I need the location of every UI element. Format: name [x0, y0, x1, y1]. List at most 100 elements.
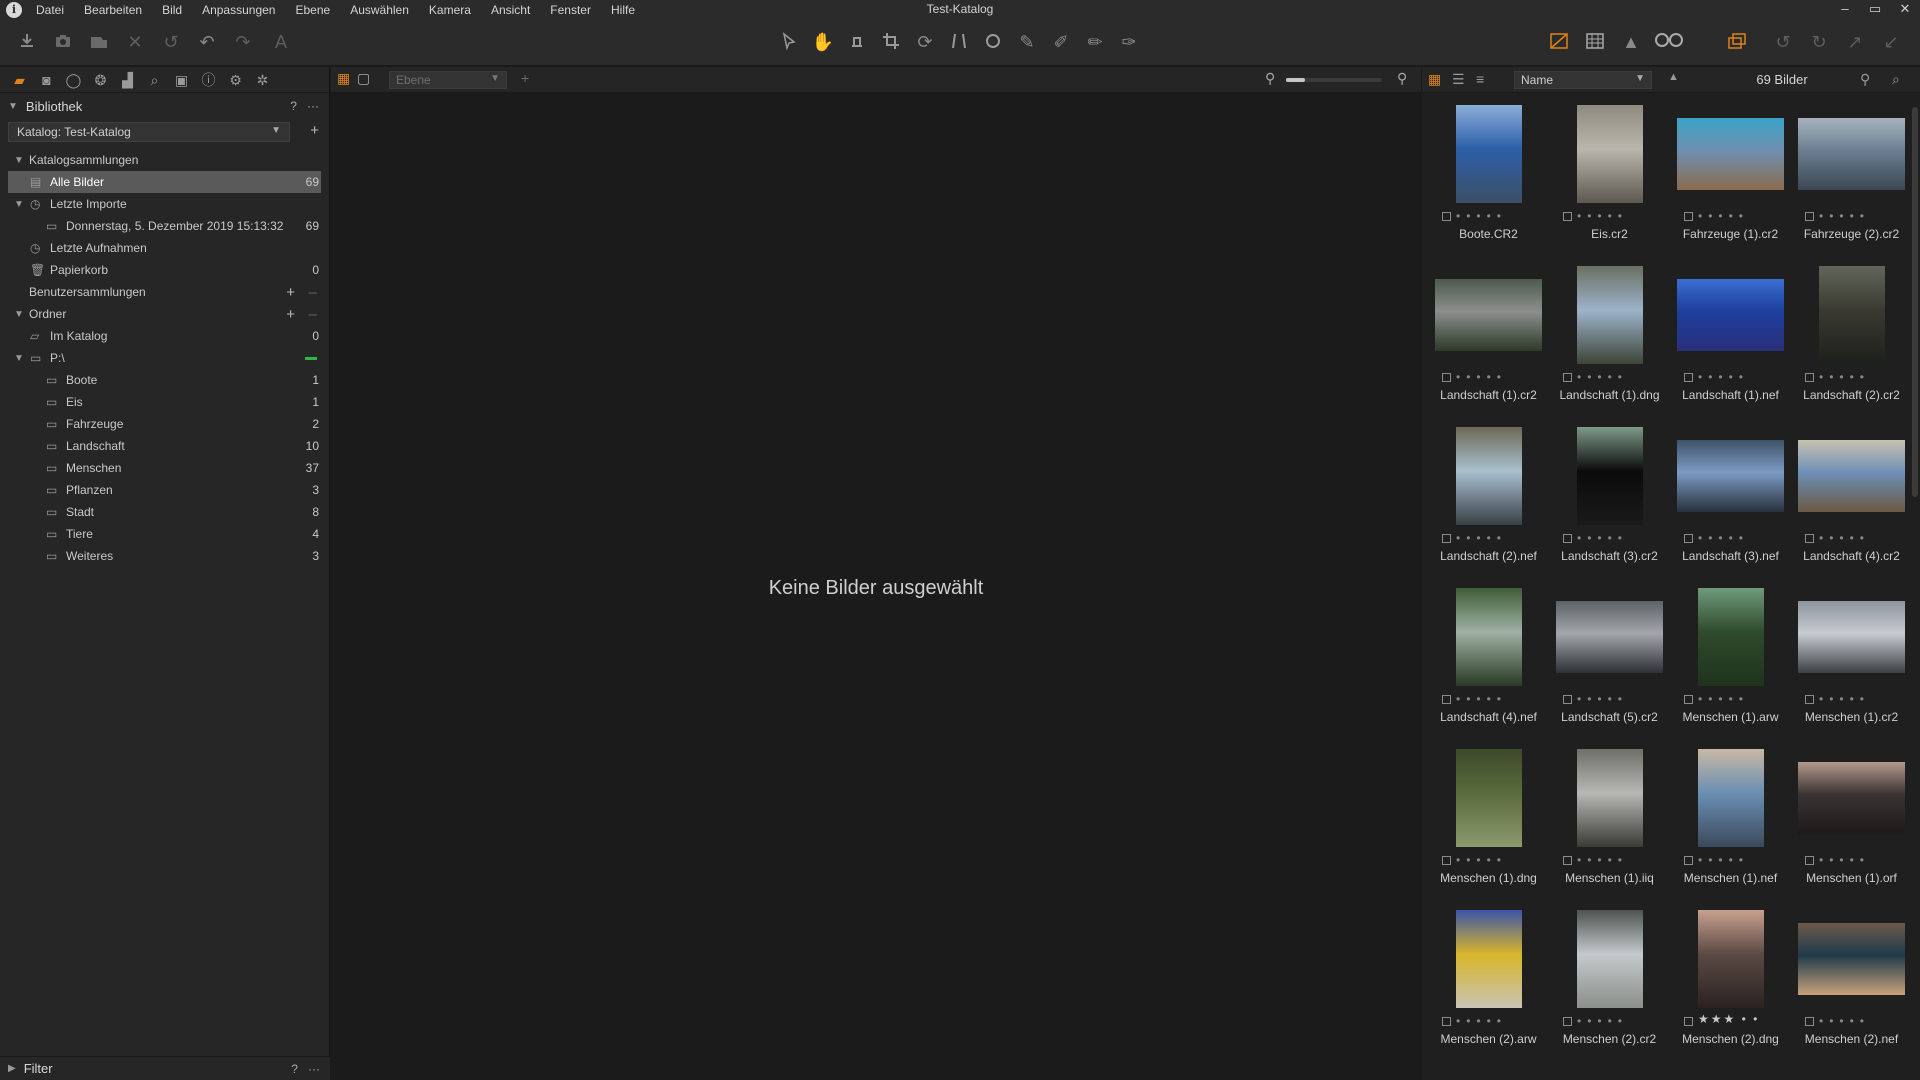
select-checkbox[interactable] — [1563, 534, 1572, 543]
folder-item[interactable]: ▭ Eis 1 — [0, 391, 329, 413]
select-checkbox[interactable] — [1442, 373, 1451, 382]
thumbnail-cell[interactable]: ••••• Menschen (1).orf — [1791, 745, 1912, 905]
reset-icon[interactable]: ↺ — [158, 30, 184, 54]
user-collections-header[interactable]: Benutzersammlungen + – — [0, 281, 329, 303]
rotate-icon[interactable]: ⟳ — [912, 30, 938, 54]
thumbnail-cell[interactable]: ••••• Menschen (1).dng — [1428, 745, 1549, 905]
star-rating[interactable]: ••••• — [1577, 370, 1628, 384]
grid-icon[interactable] — [1582, 30, 1608, 54]
menu-fenster[interactable]: Fenster — [550, 3, 591, 17]
select-checkbox[interactable] — [1805, 534, 1814, 543]
star-rating[interactable]: ••••• — [1456, 1014, 1507, 1028]
menu-ebene[interactable]: Ebene — [295, 3, 330, 17]
thumbnail-cell[interactable]: ••••• Landschaft (1).dng — [1549, 262, 1670, 422]
folder-item[interactable]: ▭ Boote 1 — [0, 369, 329, 391]
star-rating[interactable]: ••••• — [1698, 531, 1749, 545]
select-checkbox[interactable] — [1684, 695, 1693, 704]
apply-adjustments-icon[interactable]: ↗ — [1842, 30, 1868, 54]
thumbnail-cell[interactable]: ••••• Menschen (1).cr2 — [1791, 584, 1912, 744]
collection-all-images[interactable]: ▤ Alle Bilder 69 — [8, 171, 321, 193]
star-rating[interactable]: ••••• — [1819, 209, 1870, 223]
add-layer-icon[interactable]: + — [521, 70, 529, 86]
thumbnail-cell[interactable]: ••••• Landschaft (1).cr2 — [1428, 262, 1549, 422]
rotate-right-icon[interactable]: ↻ — [1806, 30, 1832, 54]
thumbnail-image[interactable] — [1818, 266, 1885, 364]
single-view-icon[interactable]: ▢ — [357, 70, 370, 87]
star-rating[interactable]: ••••• — [1819, 531, 1870, 545]
select-checkbox[interactable] — [1442, 695, 1451, 704]
star-rating[interactable]: ••••• — [1819, 692, 1870, 706]
gradient-mask-icon[interactable]: ✏ — [1082, 30, 1108, 54]
select-checkbox[interactable] — [1563, 212, 1572, 221]
thumbnail-image[interactable] — [1798, 923, 1905, 995]
pan-hand-icon[interactable]: ✋ — [810, 30, 836, 54]
thumbnail-image[interactable] — [1576, 105, 1643, 203]
star-rating[interactable]: ••••• — [1698, 209, 1749, 223]
spot-removal-icon[interactable] — [980, 30, 1006, 54]
select-checkbox[interactable] — [1563, 1017, 1572, 1026]
thumbnail-image[interactable] — [1677, 118, 1784, 190]
thumbnail-cell[interactable]: ••••• Landschaft (3).nef — [1670, 423, 1791, 583]
thumbnail-cell[interactable]: ••••• Eis.cr2 — [1549, 101, 1670, 261]
exposure-tab-icon[interactable]: ▟ — [114, 69, 141, 91]
thumbnail-image[interactable] — [1455, 427, 1522, 525]
draw-mask-icon[interactable]: ✐ — [1048, 30, 1074, 54]
delete-icon[interactable]: ✕ — [122, 30, 148, 54]
paste-adjustments-icon[interactable]: ↙ — [1878, 30, 1904, 54]
thumbnail-image[interactable] — [1798, 118, 1905, 190]
select-checkbox[interactable] — [1442, 1017, 1451, 1026]
zoom-thumbnails-icon[interactable]: ⚲ — [1860, 71, 1870, 88]
redo-icon[interactable]: ↷ — [230, 30, 256, 54]
text-icon[interactable]: A — [268, 30, 294, 54]
star-rating[interactable]: ••••• — [1577, 692, 1628, 706]
folder-item[interactable]: ▭ Pflanzen 3 — [0, 479, 329, 501]
folder-item[interactable]: ▭ Weiteres 3 — [0, 545, 329, 567]
remove-folder-icon[interactable]: – — [309, 306, 317, 323]
catalog-select[interactable]: Katalog: Test-Katalog ▼ — [8, 122, 290, 142]
zoom-out-icon[interactable]: ⚲ — [1265, 70, 1275, 87]
folder-item[interactable]: ▭ Tiere 4 — [0, 523, 329, 545]
capture-tab-icon[interactable]: ◙ — [33, 69, 60, 91]
more-options-icon[interactable]: ··· — [307, 99, 319, 113]
select-checkbox[interactable] — [1805, 695, 1814, 704]
menu-bild[interactable]: Bild — [162, 3, 182, 17]
star-rating[interactable]: ••••• — [1819, 370, 1870, 384]
thumbnail-cell[interactable]: ••••• Landschaft (2).cr2 — [1791, 262, 1912, 422]
select-checkbox[interactable] — [1805, 212, 1814, 221]
thumbnail-cell[interactable]: ••••• Landschaft (4).nef — [1428, 584, 1549, 744]
help-icon[interactable]: ? — [291, 1062, 298, 1076]
folder-item[interactable]: ▭ Landschaft 10 — [0, 435, 329, 457]
thumbnail-cell[interactable]: ••••• Menschen (2).cr2 — [1549, 906, 1670, 1066]
color-tab-icon[interactable]: ❂ — [87, 69, 114, 91]
crop-icon[interactable] — [878, 30, 904, 54]
import-entry[interactable]: ▭ Donnerstag, 5. Dezember 2019 15:13:32 … — [0, 215, 329, 237]
star-rating[interactable]: ••••• — [1819, 853, 1870, 867]
thumbnail-image[interactable] — [1576, 427, 1643, 525]
select-checkbox[interactable] — [1805, 1017, 1814, 1026]
brush-icon[interactable]: ✎ — [1014, 30, 1040, 54]
multi-view-icon[interactable]: ▦ — [337, 70, 350, 87]
thumbnail-image[interactable] — [1455, 749, 1522, 847]
select-checkbox[interactable] — [1805, 373, 1814, 382]
select-cursor-icon[interactable] — [776, 30, 802, 54]
sort-select[interactable]: Name ▼ — [1514, 71, 1652, 89]
star-rating[interactable]: ••••• — [1577, 1014, 1628, 1028]
metadata-tab-icon[interactable]: ⓘ — [195, 69, 222, 91]
select-checkbox[interactable] — [1442, 856, 1451, 865]
maximize-button[interactable]: ▭ — [1860, 0, 1890, 20]
menu-ansicht[interactable]: Ansicht — [491, 3, 530, 17]
loupe-icon[interactable] — [844, 30, 870, 54]
thumbnail-cell[interactable]: ••••• Fahrzeuge (2).cr2 — [1791, 101, 1912, 261]
thumbnail-cell[interactable]: ••••• Menschen (2).arw — [1428, 906, 1549, 1066]
star-rating[interactable]: ••••• — [1819, 1014, 1870, 1028]
select-checkbox[interactable] — [1563, 856, 1572, 865]
thumbnail-cell[interactable]: ••••• Landschaft (1).nef — [1670, 262, 1791, 422]
warning-icon[interactable]: ▲ — [1618, 30, 1644, 54]
thumbnail-cell[interactable]: ••••• Menschen (2).nef — [1791, 906, 1912, 1066]
list-view-icon[interactable]: ☰ — [1452, 71, 1465, 88]
add-collection-icon[interactable]: + — [286, 284, 295, 301]
thumbnail-cell[interactable]: ••••• Landschaft (5).cr2 — [1549, 584, 1670, 744]
zoom-in-icon[interactable]: ⚲ — [1397, 70, 1407, 87]
folder-item[interactable]: ▭ Stadt 8 — [0, 501, 329, 523]
close-button[interactable]: ✕ — [1890, 0, 1920, 20]
